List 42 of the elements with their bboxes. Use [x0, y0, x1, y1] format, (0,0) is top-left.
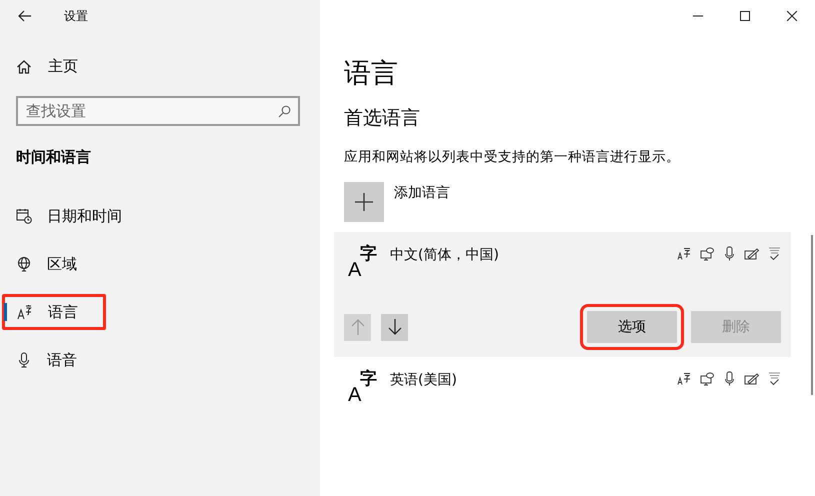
search-icon — [278, 105, 291, 118]
add-language-button[interactable] — [344, 182, 384, 222]
move-down-button[interactable] — [381, 314, 408, 340]
display-speech-icon — [700, 372, 715, 386]
plus-icon — [355, 193, 373, 211]
nav-item[interactable]: 日期和时间 — [0, 197, 140, 235]
add-language-label[interactable]: 添加语言 — [394, 184, 450, 222]
language-name: 中文(简体，中国) — [390, 246, 499, 264]
spellcheck-icon — [768, 246, 781, 261]
language-item[interactable]: A 字 英语(美国) — [334, 357, 791, 411]
down-arrow-icon — [388, 319, 402, 335]
description-text: 应用和网站将以列表中受支持的第一种语言进行显示。 — [344, 148, 681, 166]
calendar-clock-icon — [16, 208, 32, 224]
section-title: 首选语言 — [344, 106, 421, 131]
language-pack-icon — [677, 372, 691, 385]
page-title: 语言 — [344, 57, 399, 91]
close-icon[interactable] — [787, 11, 797, 21]
language-name: 英语(美国) — [390, 371, 457, 389]
options-button[interactable]: 选项 — [587, 311, 677, 343]
language-pack-icon — [677, 247, 691, 260]
microphone-icon — [16, 352, 32, 368]
microphone-icon — [724, 246, 735, 261]
language-icon — [17, 304, 33, 320]
microphone-icon — [724, 371, 735, 386]
up-arrow-icon — [350, 319, 364, 335]
maximize-icon[interactable] — [740, 11, 750, 21]
nav-item[interactable]: 语言 — [1, 293, 107, 331]
back-arrow-icon[interactable] — [18, 10, 32, 22]
nav-item[interactable]: 区域 — [0, 245, 140, 283]
home-link[interactable]: 主页 — [48, 57, 78, 76]
window-title: 设置 — [64, 8, 88, 24]
handwriting-icon — [744, 247, 759, 260]
spellcheck-icon — [768, 371, 781, 386]
language-icon: A 字 — [348, 246, 380, 282]
home-icon — [16, 58, 32, 74]
nav-item[interactable]: 语音 — [0, 341, 140, 379]
display-speech-icon — [700, 246, 715, 260]
section-heading: 时间和语言 — [16, 148, 92, 167]
handwriting-icon — [744, 372, 759, 385]
language-icon: A 字 — [348, 371, 380, 407]
globe-icon — [16, 256, 32, 272]
search-field[interactable]: 查找设置 — [16, 96, 300, 126]
